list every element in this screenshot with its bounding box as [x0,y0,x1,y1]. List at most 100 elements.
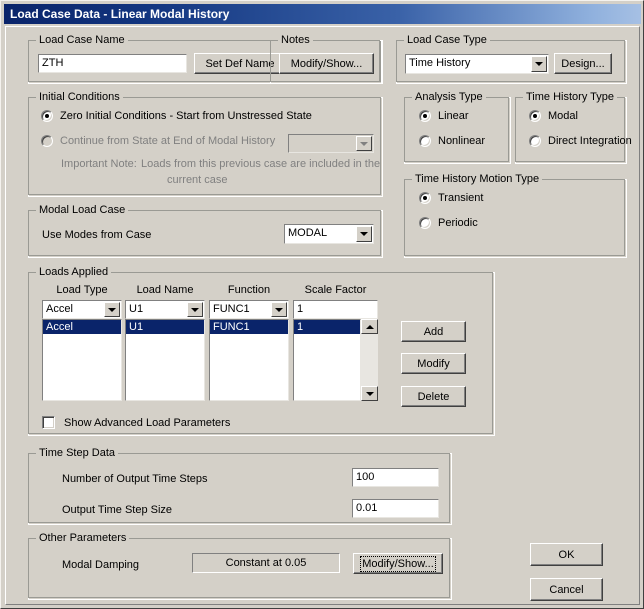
delete-load-button-label: Delete [417,390,450,403]
scale-factor-input[interactable]: 1 [293,300,378,319]
radio-motion-periodic-dot [419,217,431,229]
group-time-step-data: Time Step Data Number of Output Time Ste… [28,447,452,525]
loads-list-column-scale-factor[interactable]: 1 [293,319,361,401]
function-combo[interactable]: FUNC1 [209,300,289,319]
cancel-button[interactable]: Cancel [530,578,603,601]
load-name-combo[interactable]: U1 [125,300,205,319]
radio-continue-from-state-dot [41,135,53,147]
radio-motion-transient[interactable]: Transient [419,192,483,204]
important-note-text-line1: Loads from this previous case are includ… [141,158,381,170]
load-case-type-combo-value: Time History [409,57,471,69]
radio-motion-transient-dot [419,192,431,204]
chevron-down-icon[interactable] [271,302,287,317]
modal-load-case-combo-value: MODAL [288,227,328,239]
loads-list-column-load-name[interactable]: U1 [125,319,205,401]
column-header-load-name: Load Name [136,284,194,296]
loads-list-cell-scale-factor[interactable]: 1 [294,320,360,334]
load-type-combo-value: Accel [46,303,73,315]
dialog-window: Load Case Data - Linear Modal History Lo… [0,0,644,609]
group-notes-label: Notes [278,34,313,46]
notes-modify-show-button[interactable]: Modify/Show... [279,53,374,74]
scroll-up-icon[interactable] [361,319,378,334]
group-load-case-type: Load Case Type Time History Design... [396,34,627,84]
radio-continue-from-state-label: Continue from State at End of Modal Hist… [60,135,276,147]
number-of-output-time-steps-label: Number of Output Time Steps [62,473,208,485]
checkbox-box [42,416,55,429]
radio-analysis-linear-dot [419,110,431,122]
cancel-button-label: Cancel [549,583,584,596]
scrollbar-track[interactable] [361,334,378,386]
add-load-button-label: Add [423,325,444,338]
radio-analysis-nonlinear[interactable]: Nonlinear [419,135,485,147]
dialog-client-area: Load Case Name ZTH Set Def Name Notes Mo… [5,26,640,605]
radio-zero-initial-conditions-dot [41,110,53,122]
use-modes-from-case-label: Use Modes from Case [42,229,152,241]
radio-motion-transient-label: Transient [438,192,484,204]
title-bar: Load Case Data - Linear Modal History [4,4,641,24]
radio-th-direct-integration-dot [529,135,541,147]
chevron-down-icon[interactable] [187,302,203,317]
modify-load-button-label: Modify [417,357,450,370]
notes-modify-show-button-label: Modify/Show... [290,57,363,70]
column-header-function: Function [227,284,271,296]
loads-list-column-load-type[interactable]: Accel [42,319,122,401]
group-time-history-motion-type-label: Time History Motion Type [412,173,543,185]
radio-th-direct-integration[interactable]: Direct Integration [529,135,632,147]
modal-damping-label: Modal Damping [62,559,140,571]
radio-motion-periodic[interactable]: Periodic [419,217,478,229]
radio-continue-from-state[interactable]: Continue from State at End of Modal Hist… [41,135,275,147]
chevron-down-icon[interactable] [356,226,372,242]
load-name-combo-value: U1 [129,303,144,315]
loads-list-column-function[interactable]: FUNC1 [209,319,289,401]
group-other-parameters: Other Parameters Modal Damping Constant … [28,532,452,600]
group-other-parameters-label: Other Parameters [36,532,130,544]
ok-button-label: OK [558,548,575,561]
output-time-step-size-input[interactable]: 0.01 [352,499,439,518]
loads-list-cell-load-type[interactable]: Accel [43,320,121,334]
chevron-down-icon [356,136,372,151]
radio-zero-initial-conditions[interactable]: Zero Initial Conditions - Start from Uns… [41,110,312,122]
radio-analysis-linear-label: Linear [438,110,469,122]
chevron-down-icon[interactable] [104,302,120,317]
ok-button[interactable]: OK [530,543,603,566]
design-button-label: Design... [561,57,605,70]
radio-th-modal-dot [529,110,541,122]
radio-th-direct-integration-label: Direct Integration [548,135,632,147]
group-initial-conditions: Initial Conditions Zero Initial Conditio… [28,91,383,197]
group-time-history-motion-type: Time History Motion Type Transient Perio… [404,173,627,258]
delete-load-button[interactable]: Delete [401,386,466,407]
column-header-load-type: Load Type [56,284,108,296]
load-type-combo[interactable]: Accel [42,300,122,319]
design-button[interactable]: Design... [554,53,612,74]
radio-th-modal[interactable]: Modal [529,110,578,122]
number-of-output-time-steps-input[interactable]: 100 [352,468,439,487]
modify-load-button[interactable]: Modify [401,353,466,374]
modal-damping-modify-show-button-label: Modify/Show... [360,555,436,572]
show-advanced-load-parameters-checkbox[interactable]: Show Advanced Load Parameters [42,416,230,429]
important-note-text-line2: current case [167,174,228,186]
loads-list-cell-function[interactable]: FUNC1 [210,320,288,334]
modal-load-case-combo[interactable]: MODAL [284,224,374,244]
add-load-button[interactable]: Add [401,321,466,342]
column-header-scale-factor: Scale Factor [304,284,367,296]
scroll-down-icon[interactable] [361,386,378,401]
chevron-down-icon[interactable] [531,56,547,72]
modal-damping-modify-show-button[interactable]: Modify/Show... [353,553,443,574]
group-analysis-type-label: Analysis Type [412,91,486,103]
group-time-history-type-label: Time History Type [523,91,618,103]
group-time-step-data-label: Time Step Data [36,447,119,459]
window-title: Load Case Data - Linear Modal History [10,7,230,21]
loads-list-scrollbar[interactable] [361,319,378,401]
group-time-history-type: Time History Type Modal Direct Integrati… [515,91,632,164]
radio-motion-periodic-label: Periodic [438,217,478,229]
output-time-step-size-label: Output Time Step Size [62,504,173,516]
show-advanced-load-parameters-label: Show Advanced Load Parameters [64,416,231,429]
load-case-name-input[interactable]: ZTH [38,54,187,73]
load-case-type-combo[interactable]: Time History [405,54,549,74]
radio-analysis-nonlinear-label: Nonlinear [438,135,486,147]
loads-list-cell-load-name[interactable]: U1 [126,320,204,334]
radio-analysis-nonlinear-dot [419,135,431,147]
group-notes: Notes Modify/Show... [270,34,382,84]
continue-case-combo [288,134,374,153]
radio-analysis-linear[interactable]: Linear [419,110,469,122]
